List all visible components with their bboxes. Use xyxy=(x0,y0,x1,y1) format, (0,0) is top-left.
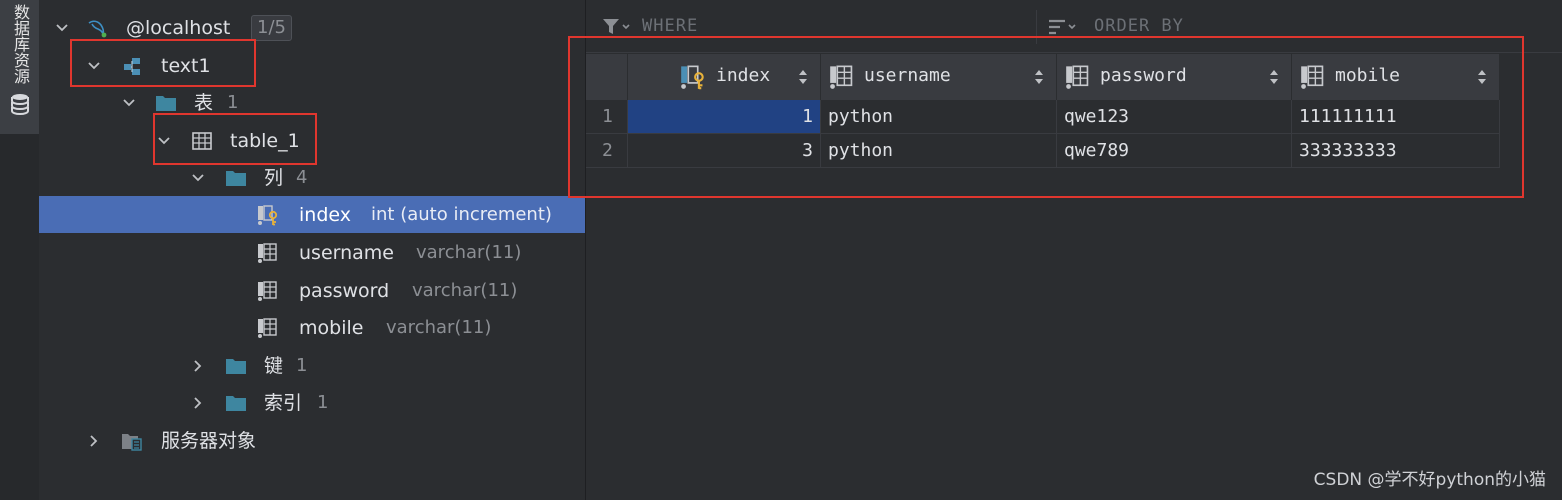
column-icon xyxy=(258,281,277,301)
where-filter-input[interactable]: WHERE xyxy=(642,16,698,36)
folder-icon xyxy=(226,171,246,186)
mysql-dolphin-icon xyxy=(88,20,107,38)
columns-folder-label: 列 xyxy=(264,167,284,189)
column-name: mobile xyxy=(299,317,364,339)
column-type: varchar(11) xyxy=(386,317,492,338)
tree-node-indexes-folder[interactable]: 索引 1 xyxy=(39,384,585,421)
annotation-box-table xyxy=(153,113,317,165)
indexes-folder-label: 索引 xyxy=(264,392,303,414)
order-by-input[interactable]: ORDER BY xyxy=(1094,16,1184,36)
indexes-folder-count: 1 xyxy=(317,392,329,413)
chevron-down-icon[interactable] xyxy=(122,96,136,110)
database-tool-tab-label[interactable]: 数据库资源 xyxy=(10,4,30,84)
folder-icon xyxy=(226,396,246,411)
keys-folder-label: 键 xyxy=(264,355,284,377)
connection-label: @localhost xyxy=(126,17,231,39)
server-objects-label: 服务器对象 xyxy=(161,430,257,452)
column-type: varchar(11) xyxy=(412,280,518,301)
primary-key-column-icon xyxy=(258,205,278,226)
column-icon xyxy=(258,318,277,338)
tree-node-keys-folder[interactable]: 键 1 xyxy=(39,347,585,384)
connection-schema-count-badge: 1/5 xyxy=(251,15,292,41)
column-icon xyxy=(258,243,277,263)
annotation-box-schema xyxy=(70,39,256,87)
chevron-down-icon[interactable] xyxy=(55,21,69,35)
database-icon xyxy=(11,94,29,116)
server-objects-icon xyxy=(122,434,142,451)
keys-folder-count: 1 xyxy=(296,355,308,376)
tables-folder-label: 表 xyxy=(194,92,214,114)
columns-folder-count: 4 xyxy=(296,167,308,188)
tree-node-column-password[interactable]: password varchar(11) xyxy=(39,272,585,309)
column-name: password xyxy=(299,280,390,302)
tables-folder-count: 1 xyxy=(227,92,239,113)
column-type: varchar(11) xyxy=(416,242,522,263)
chevron-right-icon[interactable] xyxy=(87,434,101,448)
tree-node-server-objects[interactable]: 服务器对象 xyxy=(39,422,585,459)
sort-order-icon[interactable] xyxy=(1048,18,1078,36)
tree-node-column-username[interactable]: username varchar(11) xyxy=(39,234,585,271)
folder-icon xyxy=(226,359,246,374)
tree-node-column-mobile[interactable]: mobile varchar(11) xyxy=(39,309,585,346)
watermark-text: CSDN @学不好python的小猫 xyxy=(1313,470,1546,490)
chevron-right-icon[interactable] xyxy=(191,359,205,373)
folder-icon xyxy=(156,96,176,111)
chevron-down-icon[interactable] xyxy=(191,171,205,185)
tree-node-column-index[interactable]: index int (auto increment) xyxy=(39,196,585,233)
chevron-right-icon[interactable] xyxy=(191,396,205,410)
filter-icon[interactable] xyxy=(602,17,630,37)
column-type: int (auto increment) xyxy=(371,204,552,225)
column-name: username xyxy=(299,242,394,264)
annotation-box-grid xyxy=(568,36,1524,198)
column-name: index xyxy=(299,204,351,226)
